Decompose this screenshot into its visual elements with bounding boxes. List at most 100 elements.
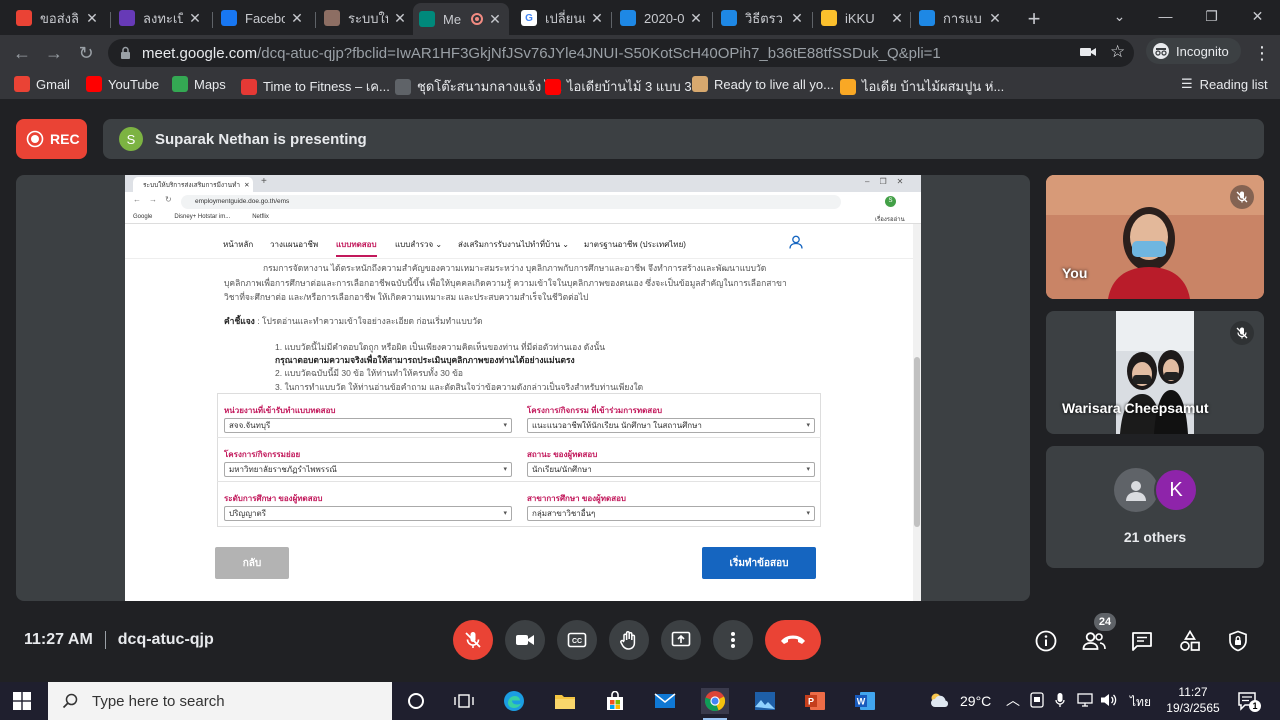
store-icon[interactable] xyxy=(601,688,629,714)
task-view-icon[interactable] xyxy=(450,688,478,714)
mail-icon[interactable] xyxy=(651,688,679,714)
others-tile[interactable]: K 21 others xyxy=(1046,446,1264,568)
tab-close-icon[interactable]: ✕ xyxy=(688,10,704,27)
bookmark-item[interactable]: ไอเดียบ้านไม้ 3 แบบ 3... xyxy=(545,76,702,97)
nav-home: หน้าหลัก xyxy=(223,240,254,249)
volume-icon[interactable] xyxy=(1100,692,1118,708)
browser-tab[interactable]: 2020-0 ✕ xyxy=(614,4,710,32)
browser-tab[interactable]: iKKU ✕ xyxy=(815,4,911,32)
forward-icon[interactable]: → xyxy=(42,41,66,65)
cortana-icon[interactable] xyxy=(402,688,430,714)
browser-tab[interactable]: G เปลี่ยนเ ✕ xyxy=(515,4,611,32)
tray-expand-icon[interactable]: ︿ xyxy=(1006,690,1020,710)
chat-button[interactable] xyxy=(1129,628,1155,654)
restore-button[interactable]: ❐ xyxy=(1189,2,1234,30)
browser-tab[interactable]: การแบ ✕ xyxy=(913,4,1009,32)
bookmark-item[interactable]: Ready to live all yo... xyxy=(692,76,834,92)
user-icon xyxy=(789,235,803,249)
bookmark-label: ชุดโต๊ะสนามกลางแจ้ง ไ... xyxy=(417,79,563,94)
seal-icon xyxy=(324,10,340,26)
bookmark-star-icon[interactable]: ☆ xyxy=(1110,42,1125,62)
browser-tab[interactable]: ขอส่งลิง✕ xyxy=(10,4,106,32)
bookmark-favicon-icon xyxy=(395,78,411,95)
tab-search-button[interactable]: ⌄ xyxy=(1097,2,1142,30)
bookmark-item[interactable]: ไอเดีย บ้านไม้ผสมปูน ห่... xyxy=(840,76,1004,97)
reload-icon[interactable]: ↻ xyxy=(74,41,98,65)
browser-tab[interactable]: Facebo ✕ xyxy=(215,4,311,32)
tab-separator xyxy=(315,12,316,28)
presenting-banner: S Suparak Nethan is presenting xyxy=(103,119,1264,159)
activities-button[interactable] xyxy=(1177,628,1203,654)
chart-icon xyxy=(620,10,636,26)
raise-hand-button[interactable] xyxy=(609,620,649,660)
word-icon[interactable]: W xyxy=(851,688,879,714)
taskbar-search-box[interactable]: Type here to search xyxy=(48,682,392,720)
field-select: กลุ่มสาขาวิชาอื่นๆ xyxy=(527,506,815,521)
windows-start-icon[interactable] xyxy=(13,692,31,710)
photos-icon[interactable] xyxy=(751,688,779,714)
camera-toggle-button[interactable] xyxy=(505,620,545,660)
weather-cloud-icon[interactable] xyxy=(928,691,952,709)
bookmark-item[interactable]: Time to Fitness – เค... xyxy=(241,76,390,97)
people-button[interactable] xyxy=(1081,628,1107,654)
browser-menu-icon[interactable]: ⋮ xyxy=(1250,41,1274,65)
present-screen-button[interactable] xyxy=(661,620,701,660)
incognito-badge[interactable]: Incognito xyxy=(1146,38,1241,64)
windows-taskbar: Type here to search P W 29°C ︿ ไทย 11:27… xyxy=(0,682,1280,720)
browser-tab-title: การแบ xyxy=(943,10,982,26)
back-icon[interactable]: ← xyxy=(10,41,34,65)
tray-mic-icon[interactable] xyxy=(1055,692,1065,708)
leave-call-button[interactable] xyxy=(765,620,821,660)
bookmark-item[interactable]: Maps xyxy=(172,76,226,92)
taskbar-clock[interactable]: 11:27 19/3/2565 xyxy=(1164,684,1222,716)
taskbar-time: 11:27 xyxy=(1178,685,1208,699)
mic-muted-icon xyxy=(1230,185,1254,209)
browser-tab-title: ระบบให้ xyxy=(348,10,388,26)
browser-tab[interactable]: ลงทะเบีย✕ xyxy=(113,4,209,32)
notification-icon[interactable]: 1 xyxy=(1237,690,1261,712)
microphone-toggle-button[interactable] xyxy=(453,620,493,660)
tab-close-icon[interactable]: ✕ xyxy=(889,10,905,27)
new-tab-button[interactable]: + xyxy=(1022,6,1046,32)
edge-icon[interactable] xyxy=(500,688,528,714)
tab-close-icon[interactable]: ✕ xyxy=(84,10,100,27)
camera-icon[interactable] xyxy=(1080,45,1096,59)
bookmark-item[interactable]: ชุดโต๊ะสนามกลางแจ้ง ไ... xyxy=(395,76,562,97)
tab-close-icon[interactable]: ✕ xyxy=(589,10,605,27)
more-options-button[interactable] xyxy=(713,620,753,660)
tab-close-icon[interactable]: ✕ xyxy=(187,10,203,27)
browser-tab[interactable]: Me ✕ xyxy=(413,3,509,35)
tab-close-icon[interactable]: ✕ xyxy=(392,10,408,27)
meet-now-icon[interactable] xyxy=(1030,692,1044,708)
start-test-button: เริ่มทำข้อสอบ xyxy=(702,547,816,579)
powerpoint-icon[interactable]: P xyxy=(801,688,829,714)
tester-info-form: หน่วยงานที่เข้ารับทำแบบทดสอบ สจจ.จันทบุร… xyxy=(217,393,821,527)
participant-video-tile[interactable]: Warisara Cheepsamut xyxy=(1046,311,1264,434)
tab-close-icon[interactable]: ✕ xyxy=(289,10,305,27)
file-explorer-icon[interactable] xyxy=(551,688,579,714)
tab-close-icon[interactable]: ✕ xyxy=(487,11,503,28)
tab-close-icon[interactable]: ✕ xyxy=(987,10,1003,27)
chrome-taskbar-icon[interactable] xyxy=(701,688,729,720)
close-window-button[interactable]: ✕ xyxy=(1235,2,1280,30)
bookmark-item[interactable]: Gmail xyxy=(14,76,70,92)
forms-icon xyxy=(119,10,135,26)
tab-close-icon[interactable]: ✕ xyxy=(789,10,805,27)
bookmark-favicon-icon xyxy=(840,78,856,95)
network-icon[interactable] xyxy=(1077,692,1093,708)
address-bar[interactable]: meet.google.com/dcq-atuc-qjp?fbclid=IwAR… xyxy=(108,39,1134,67)
browser-tab[interactable]: ระบบให้✕ xyxy=(318,4,414,32)
browser-tab[interactable]: วิธีตรว ✕ xyxy=(715,4,811,32)
self-video-tile[interactable]: You xyxy=(1046,175,1264,299)
minimize-button[interactable]: — xyxy=(1143,2,1188,30)
meeting-details-button[interactable] xyxy=(1033,628,1059,654)
svg-text:W: W xyxy=(857,697,866,707)
self-tile-label: You xyxy=(1062,265,1088,281)
reading-list-button[interactable]: ☰ Reading list xyxy=(1181,76,1268,92)
host-controls-button[interactable] xyxy=(1225,628,1251,654)
captions-button[interactable]: CC xyxy=(557,620,597,660)
browser-tab-title: ลงทะเบีย xyxy=(143,10,183,26)
bookmark-item[interactable]: YouTube xyxy=(86,76,159,92)
input-language-label[interactable]: ไทย xyxy=(1130,693,1151,712)
participant-count-badge: 24 xyxy=(1094,613,1116,631)
